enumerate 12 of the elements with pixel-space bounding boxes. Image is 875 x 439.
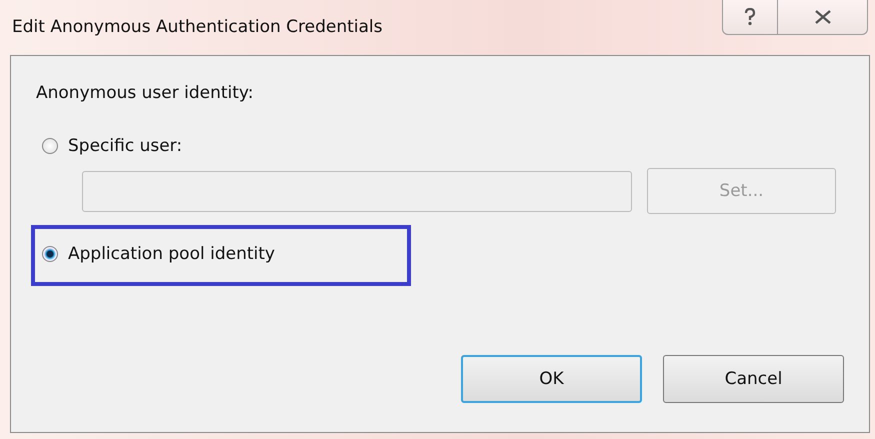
dialog-button[interactable]: Cancel (663, 355, 844, 403)
help-button[interactable] (722, 0, 778, 35)
group-label: Anonymous user identity: (36, 83, 254, 103)
radio-option[interactable]: Specific user: (42, 136, 182, 156)
close-icon (814, 9, 832, 25)
radio-option[interactable]: Application pool identity (42, 244, 275, 264)
radio-button[interactable] (42, 138, 58, 154)
close-button[interactable] (778, 0, 868, 35)
window-title: Edit Anonymous Authentication Credentials (12, 17, 383, 37)
radio-button[interactable] (42, 246, 58, 262)
dialog-button[interactable]: OK (461, 355, 642, 403)
help-icon (744, 8, 756, 26)
